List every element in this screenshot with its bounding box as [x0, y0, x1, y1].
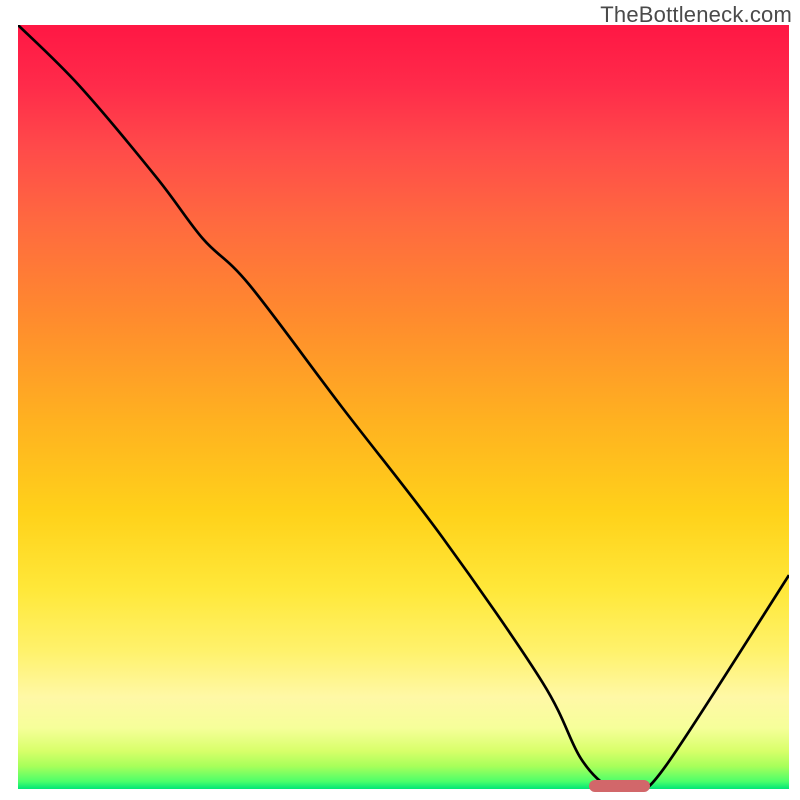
chart-area	[18, 25, 789, 789]
bottleneck-curve	[18, 25, 789, 789]
curve-path	[18, 25, 789, 789]
optimum-marker	[589, 780, 651, 792]
